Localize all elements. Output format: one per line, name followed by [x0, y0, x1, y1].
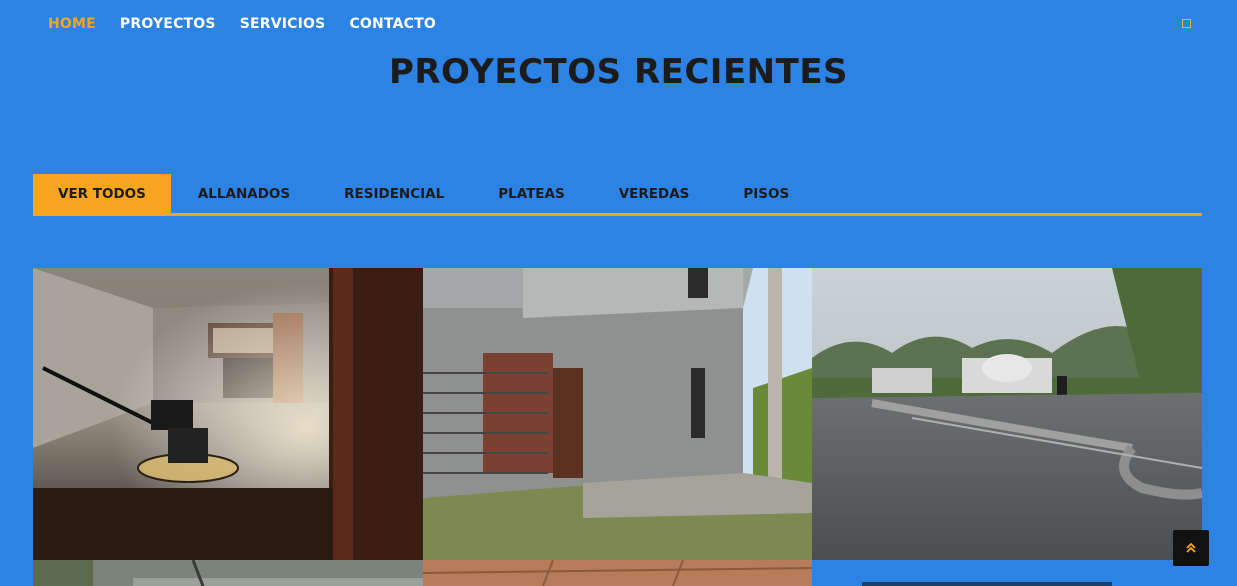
section-title: PROYECTOS RECIENTES — [388, 52, 849, 92]
tab-veredas[interactable]: VEREDAS — [592, 174, 717, 215]
residential-house-image — [423, 268, 812, 560]
tab-allanados[interactable]: ALLANADOS — [171, 174, 317, 215]
main-nav: HOME PROYECTOS SERVICIOS CONTACTO — [48, 15, 460, 33]
project-photo-partial-1[interactable] — [33, 560, 423, 586]
menu-toggle-icon[interactable] — [1182, 19, 1191, 28]
project-photo-floor-trowel[interactable] — [33, 268, 423, 560]
partial-image-2 — [423, 560, 812, 586]
tab-residencial[interactable]: RESIDENCIAL — [317, 174, 471, 215]
project-photo-partial-2[interactable] — [423, 560, 812, 586]
floor-trowel-image — [33, 268, 423, 560]
nav-contacto[interactable]: CONTACTO — [349, 15, 436, 33]
tab-ver-todos[interactable]: VER TODOS — [33, 174, 171, 215]
partial-image-1 — [33, 560, 423, 586]
project-photo-partial-3[interactable] — [812, 560, 1202, 586]
partial-image-3 — [812, 560, 1202, 586]
tab-pisos[interactable]: PISOS — [716, 174, 816, 215]
double-chevron-up-icon — [1186, 542, 1196, 553]
concrete-pouring-image — [812, 268, 1202, 560]
project-photo-concrete-pouring[interactable] — [812, 268, 1202, 560]
nav-home[interactable]: HOME — [48, 15, 96, 33]
project-photo-residential-house[interactable] — [423, 268, 812, 560]
tab-plateas[interactable]: PLATEAS — [471, 174, 592, 215]
nav-proyectos[interactable]: PROYECTOS — [120, 15, 216, 33]
nav-servicios[interactable]: SERVICIOS — [240, 15, 326, 33]
scroll-to-top-button[interactable] — [1173, 530, 1209, 566]
filter-tabs: VER TODOS ALLANADOS RESIDENCIAL PLATEAS … — [33, 174, 1202, 216]
